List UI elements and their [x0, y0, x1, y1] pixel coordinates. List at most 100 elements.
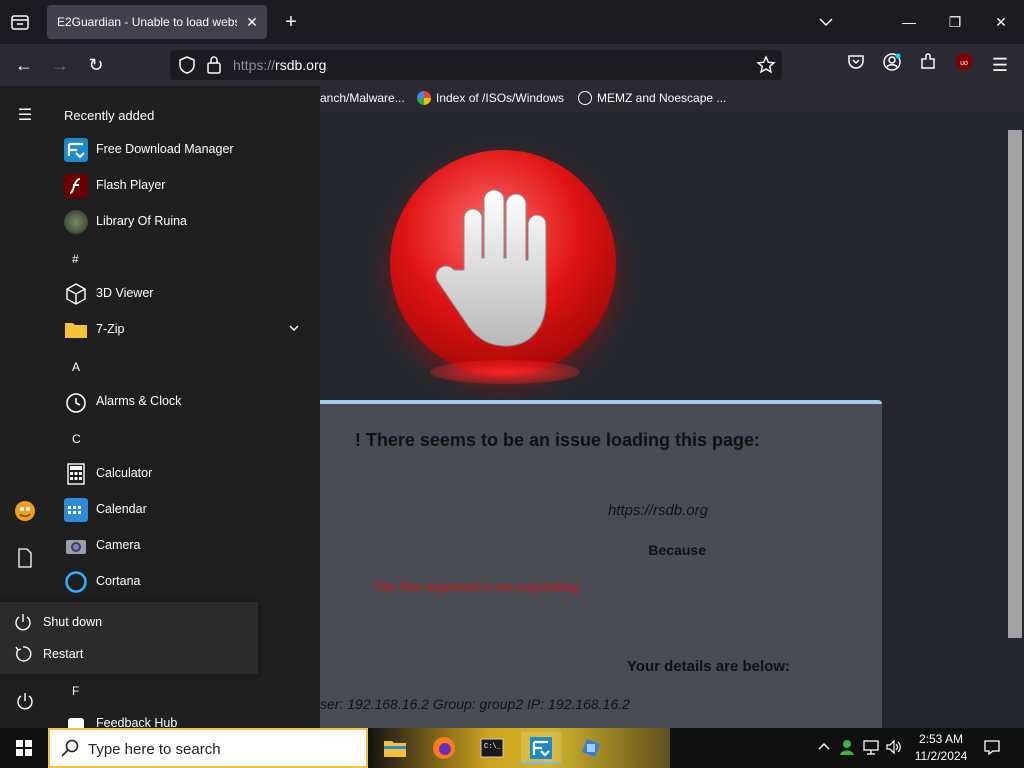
- letter-header[interactable]: F: [72, 684, 79, 698]
- notifications-icon[interactable]: [982, 738, 1002, 758]
- blocked-url: https://rsdb.org: [607, 502, 708, 519]
- app-label: Feedback Hub: [96, 716, 178, 728]
- restore-button[interactable]: ❐: [943, 10, 967, 34]
- cortana-icon: [64, 570, 88, 594]
- taskbar: Type here to search C:\_ 2:53 AM 11/2/20…: [0, 728, 1024, 768]
- windows-start-button[interactable]: [0, 728, 48, 768]
- app-alarms-clock[interactable]: Alarms & Clock: [64, 388, 314, 416]
- power-icon[interactable]: [13, 692, 37, 716]
- tab-list-icon[interactable]: [8, 10, 32, 34]
- app-calendar[interactable]: Calendar: [64, 496, 314, 524]
- url-scheme: https://: [233, 57, 276, 73]
- url-text[interactable]: https://rsdb.org: [233, 57, 326, 73]
- ublock-icon[interactable]: uo: [951, 52, 977, 78]
- forward-button[interactable]: →: [47, 52, 73, 78]
- restart-icon: [14, 645, 32, 663]
- user-details: ser: 192.168.16.2 Group: group2 IP: 192.…: [320, 696, 630, 712]
- shut-down-option[interactable]: Shut down: [0, 606, 258, 638]
- network-tool-taskbar-icon[interactable]: [571, 732, 611, 764]
- documents-icon[interactable]: [13, 548, 37, 572]
- firefox-taskbar-icon[interactable]: [424, 732, 464, 764]
- app-library-of-ruina[interactable]: Library Of Ruina: [64, 208, 314, 236]
- close-tab-icon[interactable]: ✕: [243, 13, 261, 31]
- back-button[interactable]: ←: [11, 52, 37, 78]
- app-label: Cortana: [96, 574, 141, 588]
- app-label: 3D Viewer: [96, 286, 154, 300]
- app-label: Calculator: [96, 466, 153, 480]
- hamburger-menu-icon[interactable]: ☰: [987, 52, 1013, 78]
- bookmark-item[interactable]: MEMZ and Noescape ...: [578, 91, 726, 105]
- chevron-down-icon[interactable]: [288, 322, 300, 337]
- user-avatar[interactable]: [13, 500, 37, 524]
- extensions-icon[interactable]: [915, 52, 941, 78]
- letter-header[interactable]: A: [72, 360, 80, 374]
- tab-title: E2Guardian - Unable to load website: [57, 15, 237, 29]
- library-of-ruina-icon: [64, 210, 88, 234]
- svg-text:uo: uo: [960, 60, 968, 67]
- people-icon[interactable]: [837, 738, 857, 758]
- bookmark-label: MEMZ and Noescape ...: [597, 91, 727, 105]
- globe-icon: [578, 91, 592, 105]
- power-menu: Shut down Restart: [0, 602, 258, 674]
- minimize-button[interactable]: —: [897, 10, 921, 34]
- taskbar-clock[interactable]: 2:53 AM 11/2/2024: [906, 731, 976, 765]
- volume-icon[interactable]: [884, 738, 904, 758]
- google-icon: [417, 91, 431, 105]
- page-scrollbar[interactable]: [1006, 112, 1024, 728]
- chevron-up-icon[interactable]: [814, 738, 834, 758]
- taskbar-search-box[interactable]: Type here to search: [48, 728, 368, 768]
- details-heading: Your details are below:: [626, 658, 790, 675]
- network-icon[interactable]: [861, 738, 881, 758]
- letter-header[interactable]: C: [72, 432, 81, 446]
- browser-tab[interactable]: E2Guardian - Unable to load website ✕: [47, 5, 267, 39]
- app-3d-viewer[interactable]: 3D Viewer: [64, 280, 314, 308]
- bookmark-item[interactable]: Index of /ISOs/Windows: [417, 91, 564, 105]
- calculator-icon: [64, 462, 88, 486]
- restart-option[interactable]: Restart: [0, 638, 258, 670]
- calendar-icon: [64, 498, 88, 522]
- bookmark-item[interactable]: anch/Malware...: [320, 91, 405, 105]
- feedback-hub-icon: [64, 712, 88, 728]
- bookmark-label: Index of /ISOs/Windows: [436, 91, 565, 105]
- app-feedback-hub[interactable]: Feedback Hub: [64, 710, 314, 728]
- svg-text:C:\_: C:\_: [484, 743, 502, 751]
- url-host: rsdb.org: [275, 57, 327, 73]
- app-calculator[interactable]: Calculator: [64, 460, 314, 488]
- camera-icon: [64, 534, 88, 558]
- letter-header[interactable]: #: [72, 252, 79, 266]
- hamburger-menu-icon[interactable]: ☰: [13, 104, 37, 128]
- app-label: 7-Zip: [96, 322, 125, 336]
- flash-icon: [64, 174, 88, 198]
- close-window-button[interactable]: ✕: [989, 10, 1013, 34]
- account-icon[interactable]: [879, 52, 905, 78]
- url-bar[interactable]: https://rsdb.org: [170, 50, 782, 80]
- file-explorer-taskbar-icon[interactable]: [375, 732, 415, 764]
- cube-icon: [64, 282, 88, 306]
- app-camera[interactable]: Camera: [64, 532, 314, 560]
- app-label: Alarms & Clock: [96, 394, 182, 408]
- pocket-icon[interactable]: [843, 52, 869, 78]
- lock-icon[interactable]: [206, 55, 222, 80]
- free-download-manager-taskbar-icon[interactable]: [521, 732, 561, 764]
- app-7-zip[interactable]: 7-Zip: [64, 316, 314, 344]
- app-label: Free Download Manager: [96, 142, 234, 156]
- app-label: Camera: [96, 538, 141, 552]
- app-cortana[interactable]: Cortana: [64, 568, 314, 596]
- because-label: Because: [648, 542, 706, 558]
- chevron-down-icon[interactable]: [814, 10, 838, 34]
- clock-time: 2:53 AM: [918, 732, 964, 746]
- app-flash-player[interactable]: Flash Player: [64, 172, 314, 200]
- shield-icon[interactable]: [178, 55, 196, 80]
- app-free-download-manager[interactable]: Free Download Manager: [64, 136, 314, 164]
- terminal-taskbar-icon[interactable]: C:\_: [472, 732, 512, 764]
- app-label: Library Of Ruina: [96, 214, 188, 228]
- app-label: Flash Player: [96, 178, 166, 192]
- new-tab-button[interactable]: +: [280, 11, 302, 33]
- scrollbar-thumb[interactable]: [1008, 130, 1022, 638]
- block-reason: The Site requested is not responding: [374, 580, 579, 595]
- app-label: Calendar: [96, 502, 147, 516]
- reload-button[interactable]: ↻: [83, 52, 109, 78]
- search-placeholder: Type here to search: [88, 741, 221, 758]
- stop-hand-icon: [390, 150, 616, 376]
- star-bookmark-icon[interactable]: [756, 55, 776, 80]
